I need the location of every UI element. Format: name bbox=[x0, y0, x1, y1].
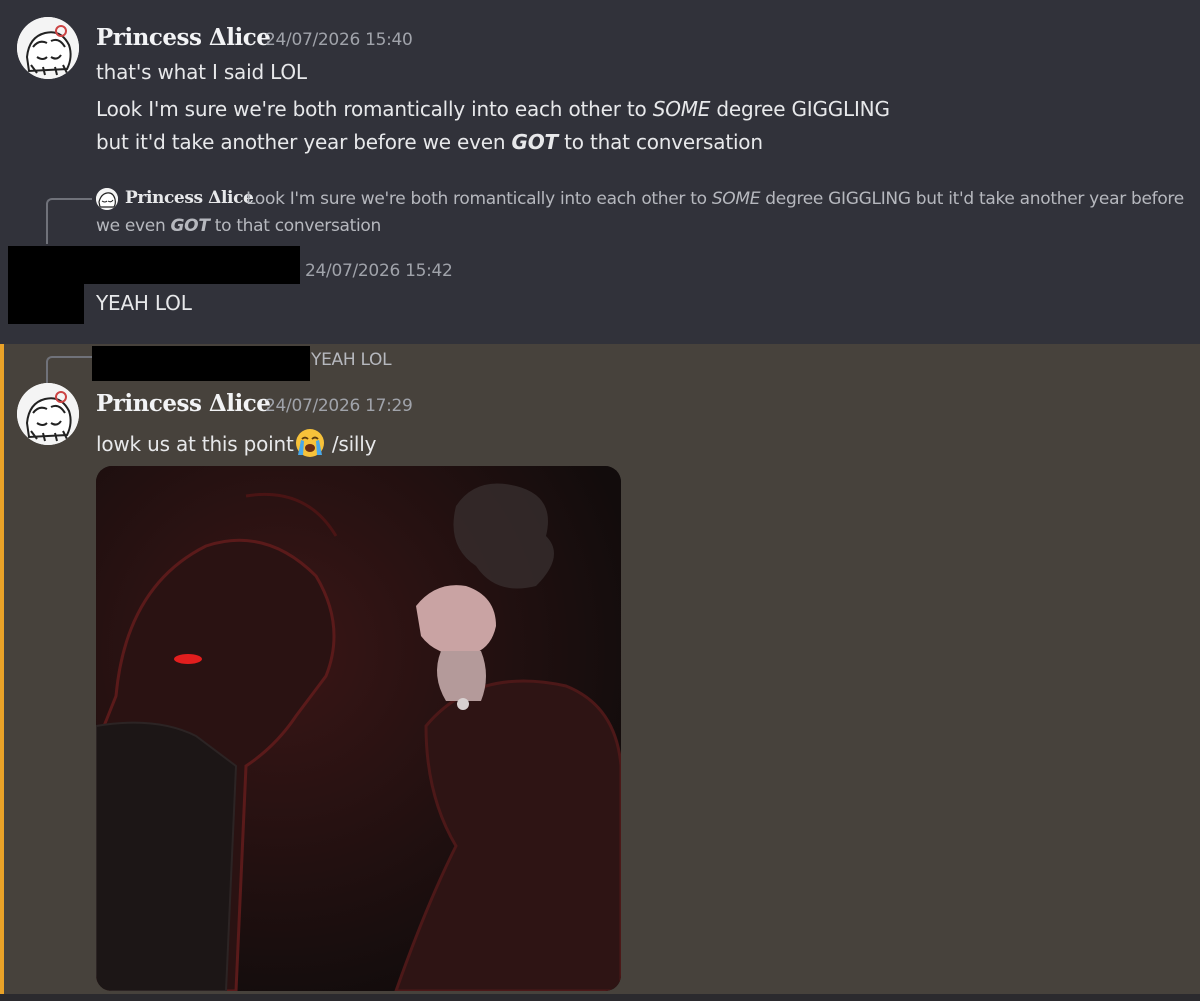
user-avatar[interactable] bbox=[17, 383, 79, 445]
message-divider bbox=[0, 994, 1200, 1001]
text-strong: GOT bbox=[511, 130, 559, 154]
text-segment: Look I'm sure we're both romantically in… bbox=[96, 97, 653, 121]
message-author[interactable]: Princess Δlice bbox=[96, 24, 271, 51]
redacted-username bbox=[8, 246, 300, 284]
message-text: that's what I said LOL bbox=[96, 60, 307, 84]
text-segment: to that conversation bbox=[558, 130, 763, 154]
message-text: lowk us at this point /silly bbox=[96, 427, 376, 459]
message-author[interactable]: Princess Δlice bbox=[96, 390, 271, 417]
message-timestamp[interactable]: 24/07/2026 17:29 bbox=[265, 396, 413, 416]
reply-author[interactable]: Princess Δlice bbox=[125, 188, 254, 208]
user-avatar[interactable] bbox=[17, 17, 79, 79]
mention-indicator-bar bbox=[0, 344, 4, 1001]
text-emphasis: SOME bbox=[652, 97, 711, 121]
message-timestamp[interactable]: 24/07/2026 15:42 bbox=[305, 261, 453, 281]
text-segment: we even bbox=[96, 216, 171, 236]
image-attachment[interactable] bbox=[96, 466, 621, 991]
reply-avatar[interactable] bbox=[96, 188, 118, 210]
redacted-avatar bbox=[8, 284, 84, 324]
text-strong: GOT bbox=[170, 216, 210, 236]
redacted-reply-author bbox=[92, 346, 310, 381]
text-segment: but it'd take another year before we eve… bbox=[96, 130, 512, 154]
text-segment: Look I'm sure we're both romantically in… bbox=[246, 189, 712, 209]
reply-connector bbox=[46, 356, 92, 384]
message-text: YEAH LOL bbox=[96, 291, 192, 315]
text-segment: to that conversation bbox=[209, 216, 382, 236]
message-text: but it'd take another year before we eve… bbox=[96, 130, 763, 154]
message-text: Look I'm sure we're both romantically in… bbox=[96, 97, 890, 121]
reply-preview-text[interactable]: YEAH LOL bbox=[311, 350, 392, 370]
chat-log: Princess Δlice 24/07/2026 15:40 that's w… bbox=[0, 0, 1200, 1001]
reply-preview-text[interactable]: we even GOT to that conversation bbox=[96, 216, 381, 236]
text-segment: /silly bbox=[325, 432, 377, 456]
text-segment: degree GIGGLING but it'd take another ye… bbox=[760, 189, 1184, 209]
message-timestamp[interactable]: 24/07/2026 15:40 bbox=[265, 30, 413, 50]
reply-preview-text[interactable]: Look I'm sure we're both romantically in… bbox=[246, 189, 1184, 209]
text-emphasis: SOME bbox=[711, 189, 761, 209]
text-segment: lowk us at this point bbox=[96, 432, 294, 456]
loudly-crying-face-icon[interactable] bbox=[294, 427, 326, 459]
text-segment: degree GIGGLING bbox=[710, 97, 890, 121]
reply-connector bbox=[46, 198, 92, 244]
